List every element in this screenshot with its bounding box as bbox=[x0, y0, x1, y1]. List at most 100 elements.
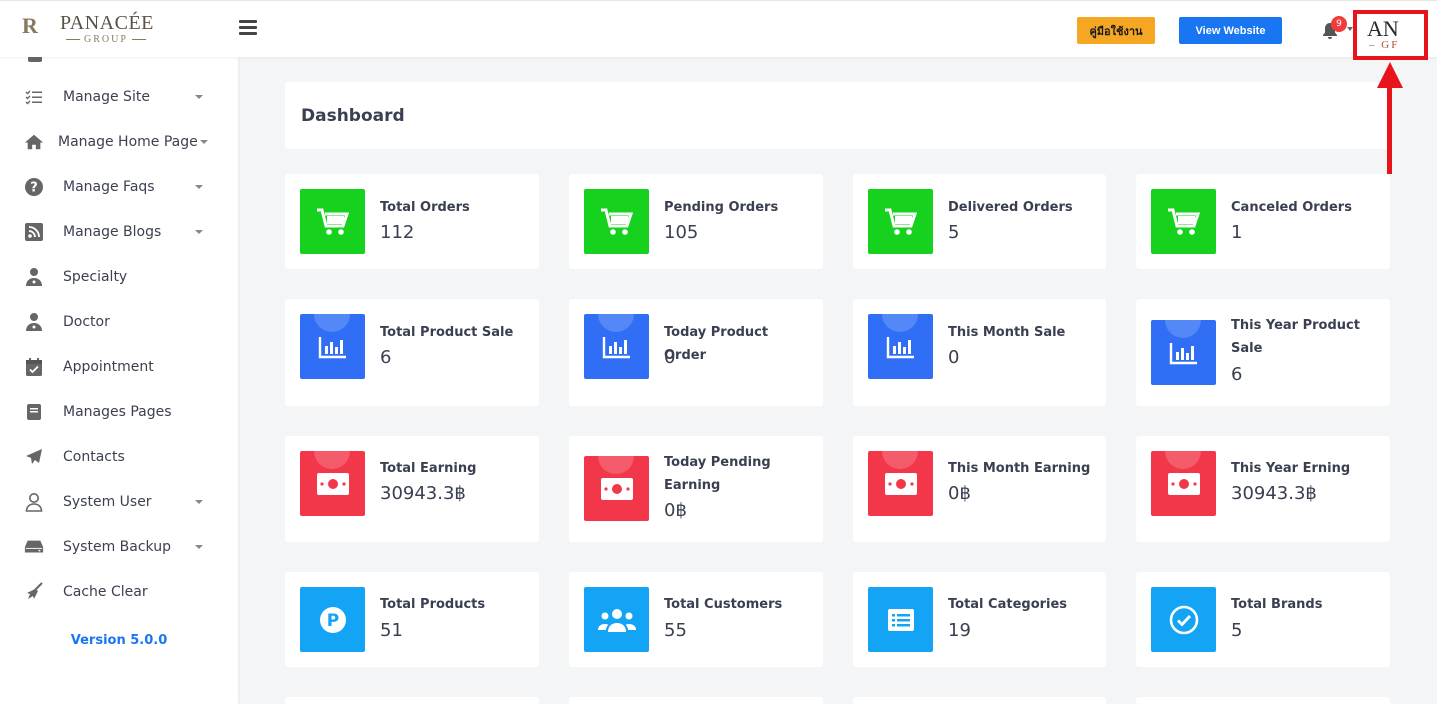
sidebar-item-appointment[interactable]: Appointment bbox=[0, 347, 238, 387]
money-bill-icon bbox=[1151, 451, 1216, 516]
sidebar-item-manage-site[interactable]: Manage Site bbox=[0, 77, 238, 117]
sidebar-item-system-backup[interactable]: System Backup bbox=[0, 527, 238, 567]
stat-value: 112 bbox=[380, 222, 415, 243]
sidebar-item-manage-blogs[interactable]: Manage Blogs bbox=[0, 212, 238, 252]
cart-icon bbox=[868, 189, 933, 254]
cart-icon bbox=[1151, 189, 1216, 254]
stat-title: This Month Earning bbox=[948, 461, 1091, 476]
sidebar-item-manages-pages[interactable]: Manages Pages bbox=[0, 392, 238, 432]
sidebar-item-system-user[interactable]: System User bbox=[0, 482, 238, 522]
caret-down-icon bbox=[195, 185, 203, 189]
version-label: Version 5.0.0 bbox=[70, 633, 168, 648]
page-title: Dashboard bbox=[301, 106, 405, 126]
notification-badge: 9 bbox=[1331, 16, 1347, 32]
sidebar-item-specialty[interactable]: Specialty bbox=[0, 257, 238, 297]
sidebar-item-label: Contacts bbox=[63, 449, 125, 465]
stat-card-total-categories[interactable]: Total Categories 19 bbox=[853, 572, 1106, 667]
sidebar-item-cache-clear[interactable]: Cache Clear bbox=[0, 572, 238, 612]
manual-button[interactable]: คู่มือใช้งาน bbox=[1077, 17, 1155, 44]
sidebar-item-manage-faqs[interactable]: ? Manage Faqs bbox=[0, 167, 238, 207]
caret-down-icon bbox=[195, 545, 203, 549]
logo-monogram: R bbox=[22, 13, 38, 38]
sidebar-item-label: Manages Pages bbox=[63, 404, 172, 420]
sidebar-item-label: Manage Faqs bbox=[63, 179, 155, 195]
cart-icon bbox=[300, 189, 365, 254]
stat-card-partial bbox=[569, 697, 823, 704]
sidebar: Manage Site Manage Home Page ? Manage Fa… bbox=[0, 57, 238, 704]
stat-card-total-earning[interactable]: Total Earning 30943.3฿ bbox=[285, 436, 539, 542]
parking-icon: P bbox=[300, 587, 365, 652]
view-website-button[interactable]: View Website bbox=[1179, 17, 1282, 44]
stat-card-total-brands[interactable]: Total Brands 5 bbox=[1136, 572, 1390, 667]
stat-value: 0 bbox=[948, 347, 960, 368]
stat-title: Today Pending Earning bbox=[664, 455, 771, 493]
stat-title: Pending Orders bbox=[664, 200, 779, 215]
avatar[interactable]: AN – GF bbox=[1353, 10, 1428, 60]
book-icon bbox=[24, 402, 44, 422]
sidebar-item-manage-home-page[interactable]: Manage Home Page bbox=[0, 122, 238, 162]
stat-card-today-product-order[interactable]: Today Product Order 0 bbox=[569, 299, 823, 406]
hdd-icon bbox=[24, 537, 44, 557]
stat-value: 55 bbox=[664, 620, 687, 641]
cart-icon bbox=[584, 189, 649, 254]
stat-card-total-customers[interactable]: Total Customers 55 bbox=[569, 572, 823, 667]
dashboard-header: Dashboard bbox=[285, 82, 1390, 149]
stat-title: Total Brands bbox=[1231, 597, 1323, 612]
sidebar-item-label: Manage Home Page bbox=[58, 134, 198, 150]
sidebar-partial-icon bbox=[28, 57, 42, 62]
sidebar-item-label: System User bbox=[63, 494, 152, 510]
stat-value: 0 bbox=[664, 347, 676, 368]
list-icon bbox=[868, 587, 933, 652]
stat-value: 30943.3฿ bbox=[380, 483, 466, 504]
stat-card-canceled-orders[interactable]: Canceled Orders 1 bbox=[1136, 174, 1390, 269]
stat-title: Total Product Sale bbox=[380, 325, 514, 340]
stat-card-this-year-earning[interactable]: This Year Erning 30943.3฿ bbox=[1136, 436, 1390, 542]
stat-value: 6 bbox=[380, 347, 392, 368]
stat-title: Total Categories bbox=[948, 597, 1068, 612]
sidebar-item-label: Cache Clear bbox=[63, 584, 148, 600]
stat-value: 5 bbox=[948, 222, 960, 243]
stat-title: Canceled Orders bbox=[1231, 200, 1352, 215]
user-doctor-icon bbox=[24, 312, 44, 332]
bar-chart-icon bbox=[584, 314, 649, 379]
stat-card-this-month-earning[interactable]: This Month Earning 0฿ bbox=[853, 436, 1106, 542]
user-doctor-icon bbox=[24, 267, 44, 287]
stat-value: 0฿ bbox=[664, 500, 687, 521]
bar-chart-icon bbox=[300, 314, 365, 379]
bar-chart-icon bbox=[868, 314, 933, 379]
stat-value: 30943.3฿ bbox=[1231, 483, 1317, 504]
stat-value: 19 bbox=[948, 620, 971, 641]
stat-card-pending-orders[interactable]: Pending Orders 105 bbox=[569, 174, 823, 269]
stat-value: 1 bbox=[1231, 222, 1243, 243]
stat-card-today-pending-earning[interactable]: Today Pending Earning 0฿ bbox=[569, 436, 823, 542]
stat-card-this-month-sale[interactable]: This Month Sale 0 bbox=[853, 299, 1106, 406]
stat-card-partial bbox=[1136, 697, 1390, 704]
svg-text:?: ? bbox=[30, 181, 38, 196]
top-header: R PANACÉE GROUP คู่มือใช้งาน View Websit… bbox=[0, 0, 1437, 60]
checklist-icon bbox=[24, 87, 44, 107]
sidebar-item-label: System Backup bbox=[63, 539, 171, 555]
stat-card-this-year-product-sale[interactable]: This Year Product Sale 6 bbox=[1136, 299, 1390, 406]
stat-value: 0฿ bbox=[948, 483, 971, 504]
rss-icon bbox=[24, 222, 44, 242]
stat-value: 5 bbox=[1231, 620, 1243, 641]
hamburger-icon[interactable] bbox=[239, 20, 257, 36]
stat-title: This Year Erning bbox=[1231, 461, 1351, 476]
sidebar-item-contacts[interactable]: Contacts bbox=[0, 437, 238, 477]
stat-card-total-orders[interactable]: Total Orders 112 bbox=[285, 174, 539, 269]
money-bill-icon bbox=[868, 451, 933, 516]
sidebar-item-label: Appointment bbox=[63, 359, 154, 375]
logo-group: GROUP bbox=[62, 34, 150, 45]
calendar-check-icon bbox=[24, 357, 44, 377]
logo[interactable]: R PANACÉE GROUP bbox=[22, 11, 162, 49]
sidebar-item-doctor[interactable]: Doctor bbox=[0, 302, 238, 342]
stat-title: Delivered Orders bbox=[948, 200, 1073, 215]
stat-card-total-product-sale[interactable]: Total Product Sale 6 bbox=[285, 299, 539, 406]
home-icon bbox=[24, 132, 44, 152]
stat-card-delivered-orders[interactable]: Delivered Orders 5 bbox=[853, 174, 1106, 269]
stat-card-total-products[interactable]: P Total Products 51 bbox=[285, 572, 539, 667]
annotation-arrow-shaft bbox=[1387, 84, 1392, 174]
check-circle-icon bbox=[1151, 587, 1216, 652]
stat-value: 105 bbox=[664, 222, 699, 243]
caret-down-icon bbox=[195, 500, 203, 504]
